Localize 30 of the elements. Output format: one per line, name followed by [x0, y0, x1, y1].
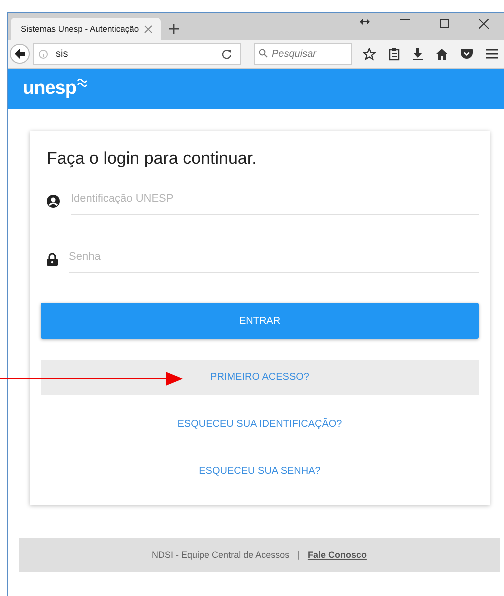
logo[interactable]: unesp	[23, 78, 76, 100]
minimize-icon[interactable]	[400, 19, 410, 21]
back-icon[interactable]	[10, 44, 30, 64]
separator: |	[298, 550, 300, 560]
footer-text: NDSI - Equipe Central de Acessos	[152, 550, 290, 560]
search-icon	[259, 49, 268, 58]
reload-icon[interactable]	[222, 49, 232, 59]
maximize-icon[interactable]	[440, 19, 449, 28]
login-button[interactable]: ENTRAR	[41, 303, 479, 339]
wave-icon	[77, 78, 88, 88]
address-text: sis	[56, 48, 70, 60]
new-tab-icon[interactable]	[169, 24, 179, 34]
resize-icon[interactable]	[360, 19, 370, 25]
login-title: Faça o login para continuar.	[47, 149, 258, 169]
browser-tab[interactable]: Sistemas Unesp - Autenticação	[11, 18, 161, 40]
address-bar[interactable]: sis	[33, 43, 241, 65]
contact-link[interactable]: Fale Conosco	[308, 550, 367, 560]
close-icon[interactable]	[479, 19, 489, 29]
link-button[interactable]: PRIMEIRO ACESSO?	[41, 360, 479, 395]
link-button[interactable]: ESQUECEU SUA IDENTIFICAÇÃO?	[41, 407, 479, 442]
tab-title: Sistemas Unesp - Autenticação	[21, 24, 140, 34]
star-icon[interactable]	[363, 48, 376, 60]
clipboard-icon[interactable]	[389, 48, 400, 60]
search-field[interactable]: Pesquisar	[254, 43, 352, 65]
link-button[interactable]: ESQUECEU SUA SENHA?	[41, 454, 479, 489]
download-icon[interactable]	[413, 48, 423, 60]
user-icon	[47, 194, 60, 208]
home-icon[interactable]	[436, 48, 448, 60]
lock-icon	[47, 252, 58, 266]
menu-icon[interactable]	[486, 49, 498, 59]
